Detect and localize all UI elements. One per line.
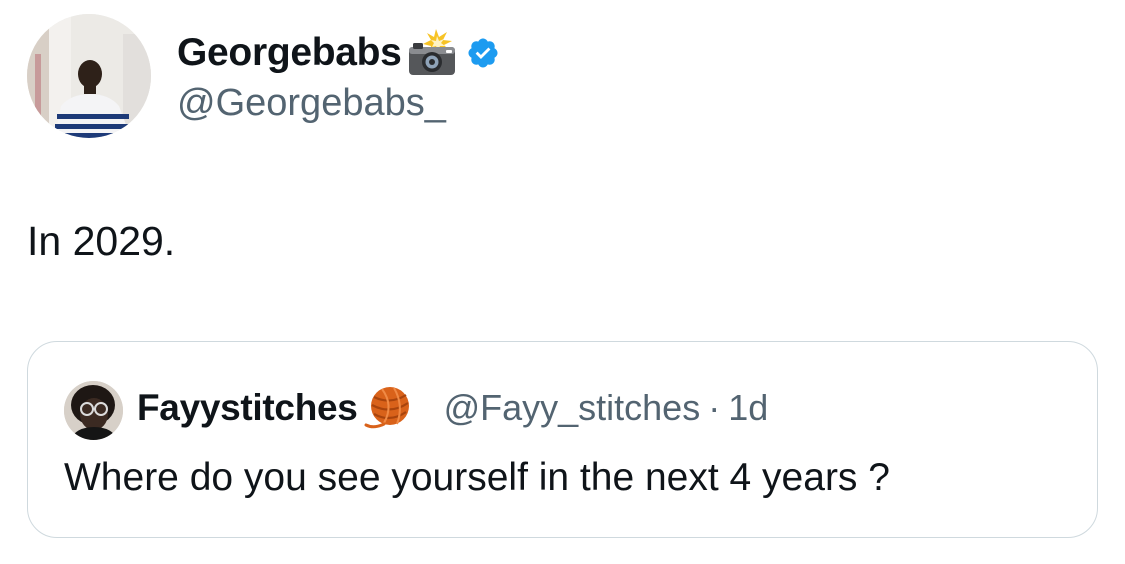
quoted-tweet-card[interactable]: Fayystitches @Fayy_stitches · 1d Where d… [27, 341, 1098, 538]
quoted-tweet-text: Where do you see yourself in the next 4 … [64, 456, 890, 499]
author-handle[interactable]: @Georgebabs_ [177, 82, 446, 125]
camera-with-flash-icon [406, 29, 458, 77]
yarn-ball-icon [364, 385, 416, 431]
author-name[interactable]: Georgebabs [177, 31, 402, 75]
quoted-author-handle[interactable]: @Fayy_stitches [444, 387, 701, 429]
author-avatar[interactable] [27, 14, 151, 138]
author-name-row[interactable]: Georgebabs [177, 28, 500, 78]
quoted-author-avatar[interactable] [64, 381, 123, 440]
quoted-tweet-time[interactable]: 1d [728, 387, 768, 429]
separator-dot: · [708, 387, 721, 428]
verified-badge-icon [466, 36, 500, 70]
author-avatar-image [27, 14, 151, 138]
quoted-tweet-header: Fayystitches @Fayy_stitches · 1d [137, 382, 768, 434]
tweet-text: In 2029. [27, 218, 176, 264]
quoted-author-name[interactable]: Fayystitches [137, 387, 358, 429]
quoted-author-avatar-image [64, 381, 123, 440]
tweet: Georgebabs @Georgebabs_ In 2029. Fayysti… [0, 0, 1125, 564]
